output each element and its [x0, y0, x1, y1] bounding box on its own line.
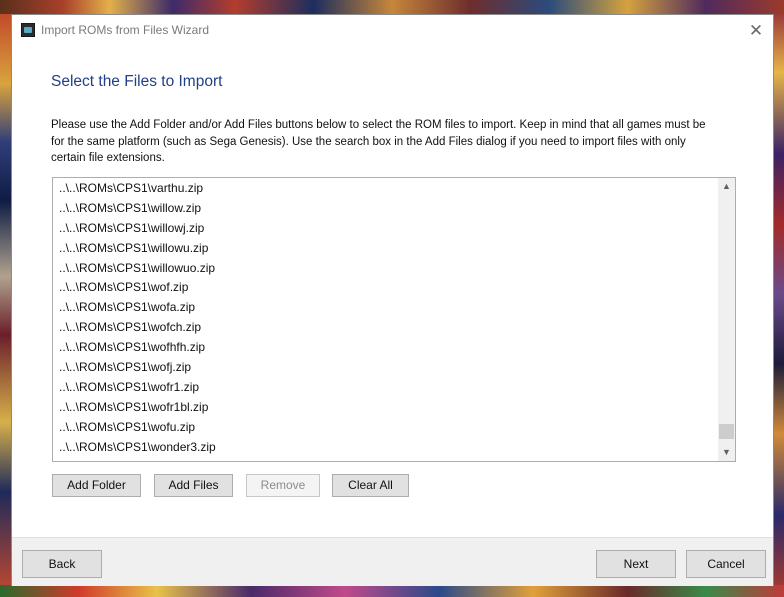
list-item[interactable]: ..\..\ROMs\CPS1\wofr1bl.zip: [53, 398, 718, 418]
list-item[interactable]: ..\..\ROMs\CPS1\wofj.zip: [53, 358, 718, 378]
instructions-line: Please use the Add Folder and/or Add Fil…: [51, 119, 706, 131]
add-files-button[interactable]: Add Files: [154, 474, 233, 497]
background-art-bottom: [0, 585, 784, 597]
list-item[interactable]: ..\..\ROMs\CPS1\wofhfh.zip: [53, 338, 718, 358]
list-item[interactable]: ..\..\ROMs\CPS1\willowuo.zip: [53, 259, 718, 279]
app-icon: [21, 23, 35, 37]
background-art-left: [0, 14, 11, 597]
clear-all-button[interactable]: Clear All: [332, 474, 409, 497]
add-folder-button[interactable]: Add Folder: [52, 474, 141, 497]
remove-button[interactable]: Remove: [246, 474, 320, 497]
vertical-scrollbar[interactable]: ▲ ▼: [718, 178, 735, 461]
list-item[interactable]: ..\..\ROMs\CPS1\wonder3.zip: [53, 438, 718, 458]
cancel-button[interactable]: Cancel: [686, 550, 766, 578]
instructions-line: certain file extensions.: [51, 152, 165, 164]
next-button[interactable]: Next: [596, 550, 676, 578]
page-heading: Select the Files to Import: [51, 73, 223, 90]
list-item[interactable]: ..\..\ROMs\CPS1\wof.zip: [53, 278, 718, 298]
list-item[interactable]: ..\..\ROMs\CPS1\wofa.zip: [53, 298, 718, 318]
instructions-line: for the same platform (such as Sega Gene…: [51, 135, 686, 148]
list-item[interactable]: ..\..\ROMs\CPS1\willowu.zip: [53, 239, 718, 259]
wizard-footer: Back Next Cancel: [12, 537, 773, 586]
chevron-down-icon[interactable]: ▼: [718, 444, 735, 461]
list-item[interactable]: ..\..\ROMs\CPS1\wofch.zip: [53, 318, 718, 338]
list-item[interactable]: ..\..\ROMs\CPS1\willow.zip: [53, 199, 718, 219]
window-title: Import ROMs from Files Wizard: [41, 23, 210, 37]
file-list: ..\..\ROMs\CPS1\varthu.zip ..\..\ROMs\CP…: [53, 178, 718, 461]
file-listbox[interactable]: ..\..\ROMs\CPS1\varthu.zip ..\..\ROMs\CP…: [52, 177, 736, 462]
list-item[interactable]: ..\..\ROMs\CPS1\wofr1.zip: [53, 378, 718, 398]
close-icon[interactable]: ✕: [739, 15, 773, 46]
list-item[interactable]: ..\..\ROMs\CPS1\willowj.zip: [53, 219, 718, 239]
scrollbar-thumb[interactable]: [719, 424, 734, 440]
title-bar[interactable]: Import ROMs from Files Wizard ✕: [12, 15, 773, 46]
background-art-top: [0, 0, 784, 14]
chevron-up-icon[interactable]: ▲: [718, 178, 735, 195]
import-wizard-window: Import ROMs from Files Wizard ✕ Select t…: [11, 14, 774, 586]
list-item[interactable]: ..\..\ROMs\CPS1\varthu.zip: [53, 179, 718, 199]
back-button[interactable]: Back: [22, 550, 102, 578]
list-item[interactable]: ..\..\ROMs\CPS1\wofu.zip: [53, 418, 718, 438]
instructions-text: Please use the Add Folder and/or Add Fil…: [51, 117, 751, 167]
background-art-right: [774, 14, 784, 597]
